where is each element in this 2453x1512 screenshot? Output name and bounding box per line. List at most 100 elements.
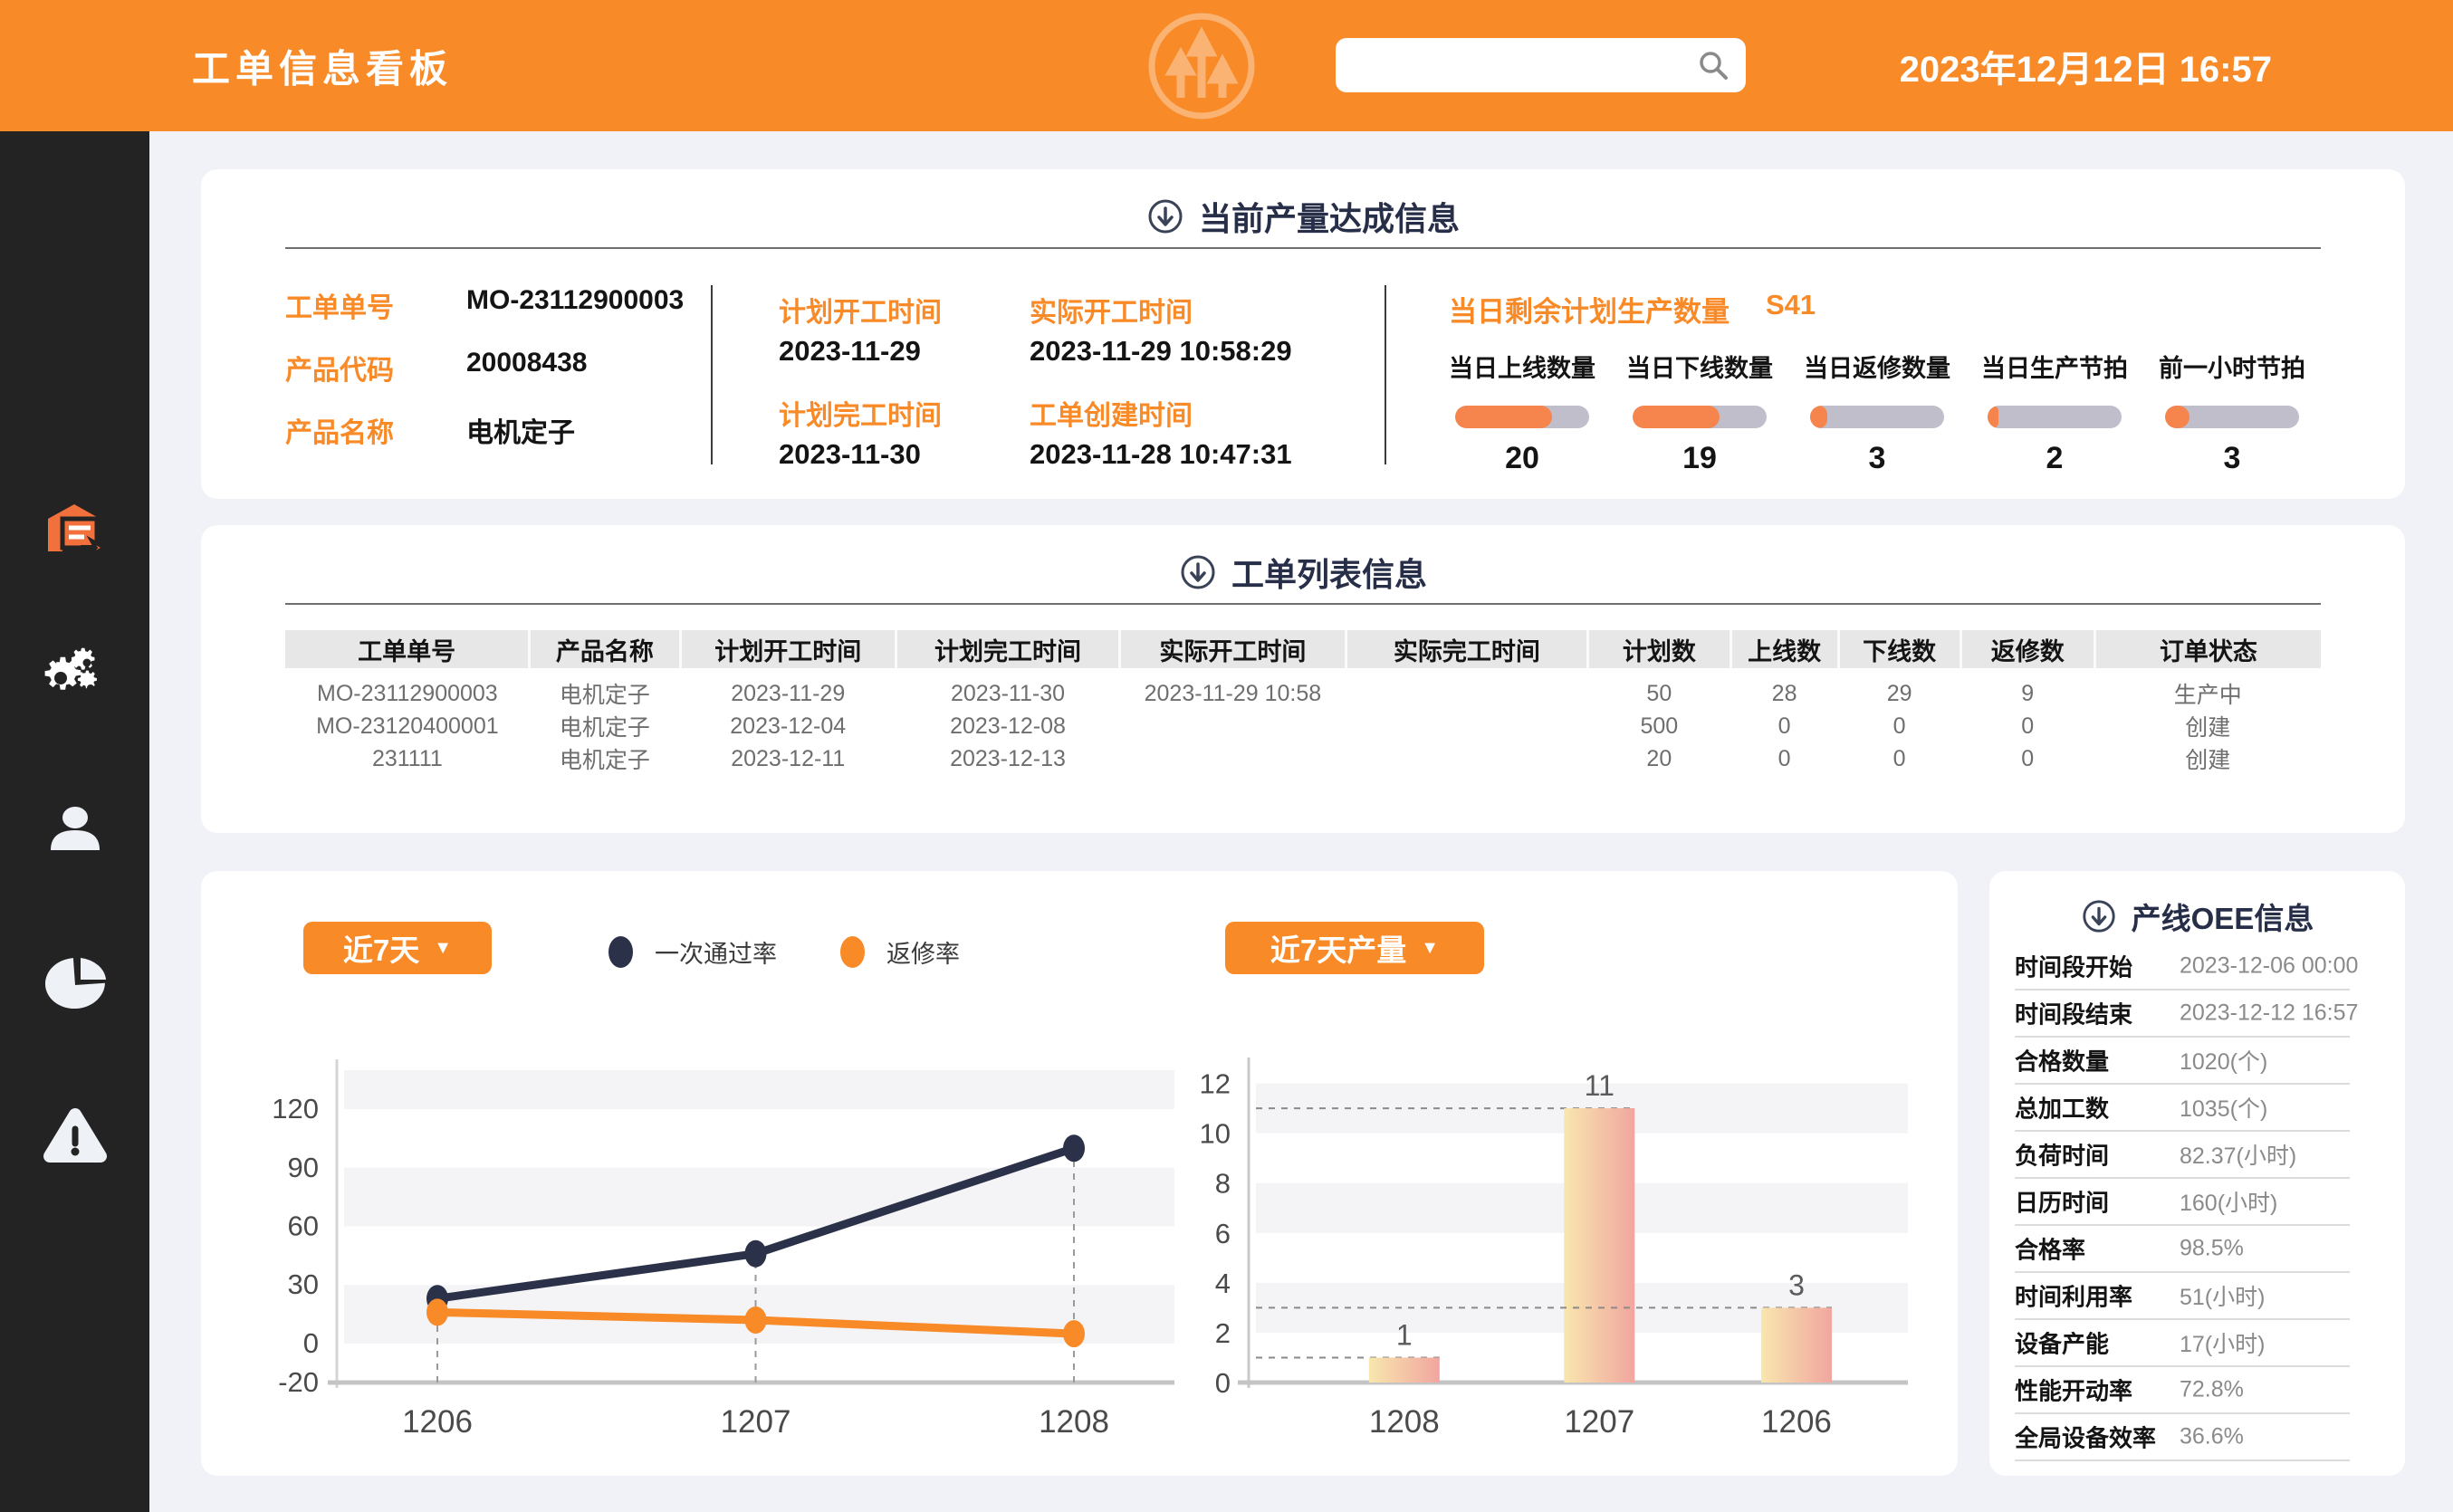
gauge-item: 当日返修数量3 <box>1788 349 1966 476</box>
oee-row-value: 82.37(小时) <box>2180 1138 2296 1171</box>
table-cell: 50 <box>1588 677 1730 710</box>
oee-row-label: 日历时间 <box>2015 1185 2109 1219</box>
table-header-cell: 计划数 <box>1588 630 1730 668</box>
divider <box>711 285 713 464</box>
gauge-bar-fill <box>2165 406 2189 428</box>
sidebar-item-users[interactable] <box>39 795 111 867</box>
table-cell: 20 <box>1588 742 1730 775</box>
legend-item-pass-rate[interactable]: 一次通过率 <box>608 934 777 970</box>
table-header-cell: 实际开工时间 <box>1120 630 1346 668</box>
oee-row: 时间段结束2023-12-12 16:57 <box>2015 990 2350 1038</box>
line-range-dropdown[interactable]: 近7天 ▼ <box>303 922 492 974</box>
oee-row-value: 2023-12-12 16:57 <box>2180 1000 2358 1027</box>
table-cell: 231111 <box>285 742 530 775</box>
data-point <box>745 1240 767 1268</box>
circle-down-arrow-icon <box>1146 197 1184 235</box>
logo-icon <box>1147 12 1256 120</box>
oee-row: 总加工数1035(个) <box>2015 1085 2350 1132</box>
legend-label: 返修率 <box>886 934 960 970</box>
grid-stripe <box>344 1070 1174 1109</box>
table-cell: 0 <box>1960 742 2094 775</box>
gauge-label: 前一小时节拍 <box>2159 349 2305 384</box>
table-header-cell: 实际完工时间 <box>1346 630 1588 668</box>
table-row[interactable]: MO-23120400001电机定子2023-12-042023-12-0850… <box>285 710 2321 742</box>
sidebar-item-settings[interactable] <box>39 638 111 711</box>
oee-row: 日历时间160(小时) <box>2015 1179 2350 1226</box>
y-tick-label: -20 <box>278 1366 319 1398</box>
field-label: 产品代码 <box>285 348 466 388</box>
legend-dot <box>608 936 633 968</box>
table-header-cell: 订单状态 <box>2094 630 2321 668</box>
table-cell: 生产中 <box>2094 677 2321 710</box>
legend-item-repair-rate[interactable]: 返修率 <box>840 934 960 970</box>
time-label: 工单创建时间 <box>1030 393 1193 433</box>
table-row[interactable]: 231111电机定子2023-12-112023-12-1320000创建 <box>285 742 2321 775</box>
bar-value-label: 3 <box>1788 1268 1805 1301</box>
table-header-cell: 上线数 <box>1730 630 1838 668</box>
oee-row-label: 负荷时间 <box>2015 1138 2109 1172</box>
oee-row-label: 全局设备效率 <box>2015 1421 2156 1454</box>
gauge-value: 20 <box>1505 441 1539 476</box>
gauge-bar <box>1633 406 1767 428</box>
bar-range-dropdown[interactable]: 近7天产量 ▼ <box>1225 922 1484 974</box>
bar <box>1564 1108 1634 1383</box>
oee-row-value: 2023-12-06 00:00 <box>2180 953 2358 980</box>
search-icon[interactable] <box>1697 49 1730 81</box>
y-tick-label: 60 <box>288 1211 319 1242</box>
divider <box>285 603 2321 605</box>
line-legend: 一次通过率 返修率 <box>608 934 960 970</box>
table-header-row: 工单单号产品名称计划开工时间计划完工时间实际开工时间实际完工时间计划数上线数下线… <box>285 630 2321 668</box>
gauge-bar <box>1455 406 1589 428</box>
x-tick-label: 1206 <box>1761 1404 1832 1440</box>
oee-row: 全局设备效率36.6% <box>2015 1414 2350 1461</box>
table-cell: 2023-12-11 <box>680 742 896 775</box>
table-cell: 0 <box>1730 742 1838 775</box>
field-label: 产品名称 <box>285 410 466 450</box>
time-label: 计划完工时间 <box>779 393 942 433</box>
table-cell <box>1346 710 1588 742</box>
field-product-name: 产品名称 电机定子 <box>285 410 575 450</box>
gauge-item: 前一小时节拍3 <box>2143 349 2321 476</box>
pie-chart-icon <box>41 951 110 1019</box>
y-tick-label: 90 <box>288 1152 319 1183</box>
sidebar <box>0 131 149 1512</box>
chevron-down-icon: ▼ <box>434 938 452 959</box>
gauge-item: 当日下线数量19 <box>1611 349 1788 476</box>
gauge-bar-fill <box>1988 406 1998 428</box>
order-list-title-text: 工单列表信息 <box>1231 549 1427 596</box>
search-box[interactable] <box>1336 38 1746 92</box>
gauge-group: 当日上线数量20当日下线数量19当日返修数量3当日生产节拍2前一小时节拍3 <box>1433 349 2321 476</box>
table-row[interactable]: MO-23112900003电机定子2023-11-292023-11-3020… <box>285 677 2321 710</box>
data-point <box>1063 1134 1085 1162</box>
y-tick-label: 2 <box>1215 1317 1231 1349</box>
oee-row-value: 72.8% <box>2180 1377 2244 1403</box>
gauge-label: 当日生产节拍 <box>1981 349 2128 384</box>
sidebar-item-work-orders[interactable] <box>39 493 111 566</box>
table-cell: 29 <box>1838 677 1960 710</box>
y-tick-label: 120 <box>272 1093 319 1124</box>
table-cell: 2023-11-30 <box>896 677 1119 710</box>
table-cell: 2023-12-13 <box>896 742 1119 775</box>
table-cell: 创建 <box>2094 742 2321 775</box>
table-cell: 2023-12-04 <box>680 710 896 742</box>
production-card-title-text: 当前产量达成信息 <box>1199 193 1460 240</box>
table-cell: 创建 <box>2094 710 2321 742</box>
oee-row-label: 合格数量 <box>2015 1044 2109 1077</box>
table-cell: MO-23120400001 <box>285 710 530 742</box>
x-tick-label: 1208 <box>1369 1404 1440 1440</box>
y-tick-label: 12 <box>1200 1068 1231 1100</box>
y-tick-label: 8 <box>1215 1168 1231 1200</box>
bar-value-label: 1 <box>1396 1318 1413 1351</box>
bar <box>1369 1357 1440 1383</box>
time-label: 计划开工时间 <box>779 290 942 330</box>
production-card-title: 当前产量达成信息 <box>201 193 2405 240</box>
time-value: 2023-11-29 <box>779 335 921 368</box>
sidebar-item-alerts[interactable] <box>39 1102 111 1174</box>
table-cell <box>1120 742 1346 775</box>
table-header-cell: 计划开工时间 <box>680 630 896 668</box>
sidebar-item-reports[interactable] <box>39 949 111 1021</box>
app-title: 工单信息看板 <box>192 38 453 93</box>
table-cell: 0 <box>1960 710 2094 742</box>
search-input[interactable] <box>1336 38 1697 92</box>
table-cell: 0 <box>1838 742 1960 775</box>
